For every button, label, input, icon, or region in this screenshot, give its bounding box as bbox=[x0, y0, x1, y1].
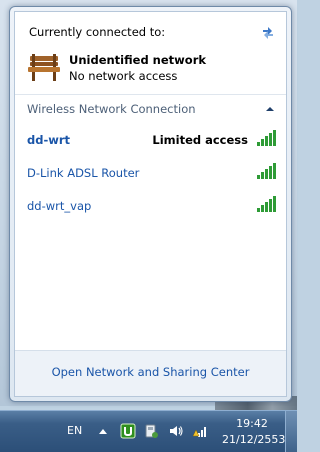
refresh-button[interactable] bbox=[258, 22, 278, 42]
wireless-section-header[interactable]: Wireless Network Connection bbox=[27, 100, 286, 118]
taskbar: EN 19:42 21/12/2553 bbox=[0, 410, 297, 452]
chevron-up-icon[interactable] bbox=[264, 103, 276, 115]
wifi-network-item[interactable]: D-Link ADSL Router bbox=[15, 160, 286, 188]
signal-strength-icon bbox=[257, 130, 276, 146]
connected-header: Currently connected to: bbox=[29, 25, 166, 39]
flyout-footer: Open Network and Sharing Center bbox=[15, 350, 286, 396]
language-indicator[interactable]: EN bbox=[67, 424, 82, 437]
signal-strength-icon bbox=[257, 163, 276, 179]
safely-remove-hardware-icon[interactable] bbox=[143, 423, 159, 439]
refresh-arrows-icon bbox=[263, 27, 273, 39]
wifi-network-name: dd-wrt_vap bbox=[27, 199, 92, 213]
section-divider bbox=[15, 94, 286, 95]
signal-strength-icon bbox=[257, 196, 276, 212]
show-hidden-icons-icon[interactable] bbox=[98, 427, 108, 435]
section-title: Wireless Network Connection bbox=[27, 102, 196, 116]
network-sharing-center-link[interactable]: Open Network and Sharing Center bbox=[15, 365, 286, 379]
taskbar-clock[interactable]: 19:42 21/12/2553 bbox=[222, 416, 286, 448]
current-network-status: No network access bbox=[69, 69, 178, 83]
volume-icon[interactable] bbox=[168, 423, 184, 439]
wifi-access-status: Limited access bbox=[152, 133, 248, 147]
flyout-panel: Currently connected to: Unidentified net… bbox=[14, 11, 287, 397]
clock-date: 21/12/2553 bbox=[222, 433, 286, 446]
utorrent-icon[interactable] bbox=[120, 423, 136, 439]
current-network-name: Unidentified network bbox=[69, 53, 207, 67]
network-flyout: Currently connected to: Unidentified net… bbox=[9, 6, 292, 402]
bench-icon bbox=[28, 54, 60, 81]
show-desktop-button[interactable] bbox=[285, 411, 297, 452]
network-warning-icon[interactable] bbox=[193, 423, 209, 439]
wifi-network-name: dd-wrt bbox=[27, 133, 71, 147]
wifi-network-name: D-Link ADSL Router bbox=[27, 166, 140, 180]
wifi-network-item[interactable]: dd-wrt Limited access bbox=[15, 127, 286, 155]
wifi-network-item[interactable]: dd-wrt_vap bbox=[15, 193, 286, 221]
clock-time: 19:42 bbox=[236, 417, 268, 430]
